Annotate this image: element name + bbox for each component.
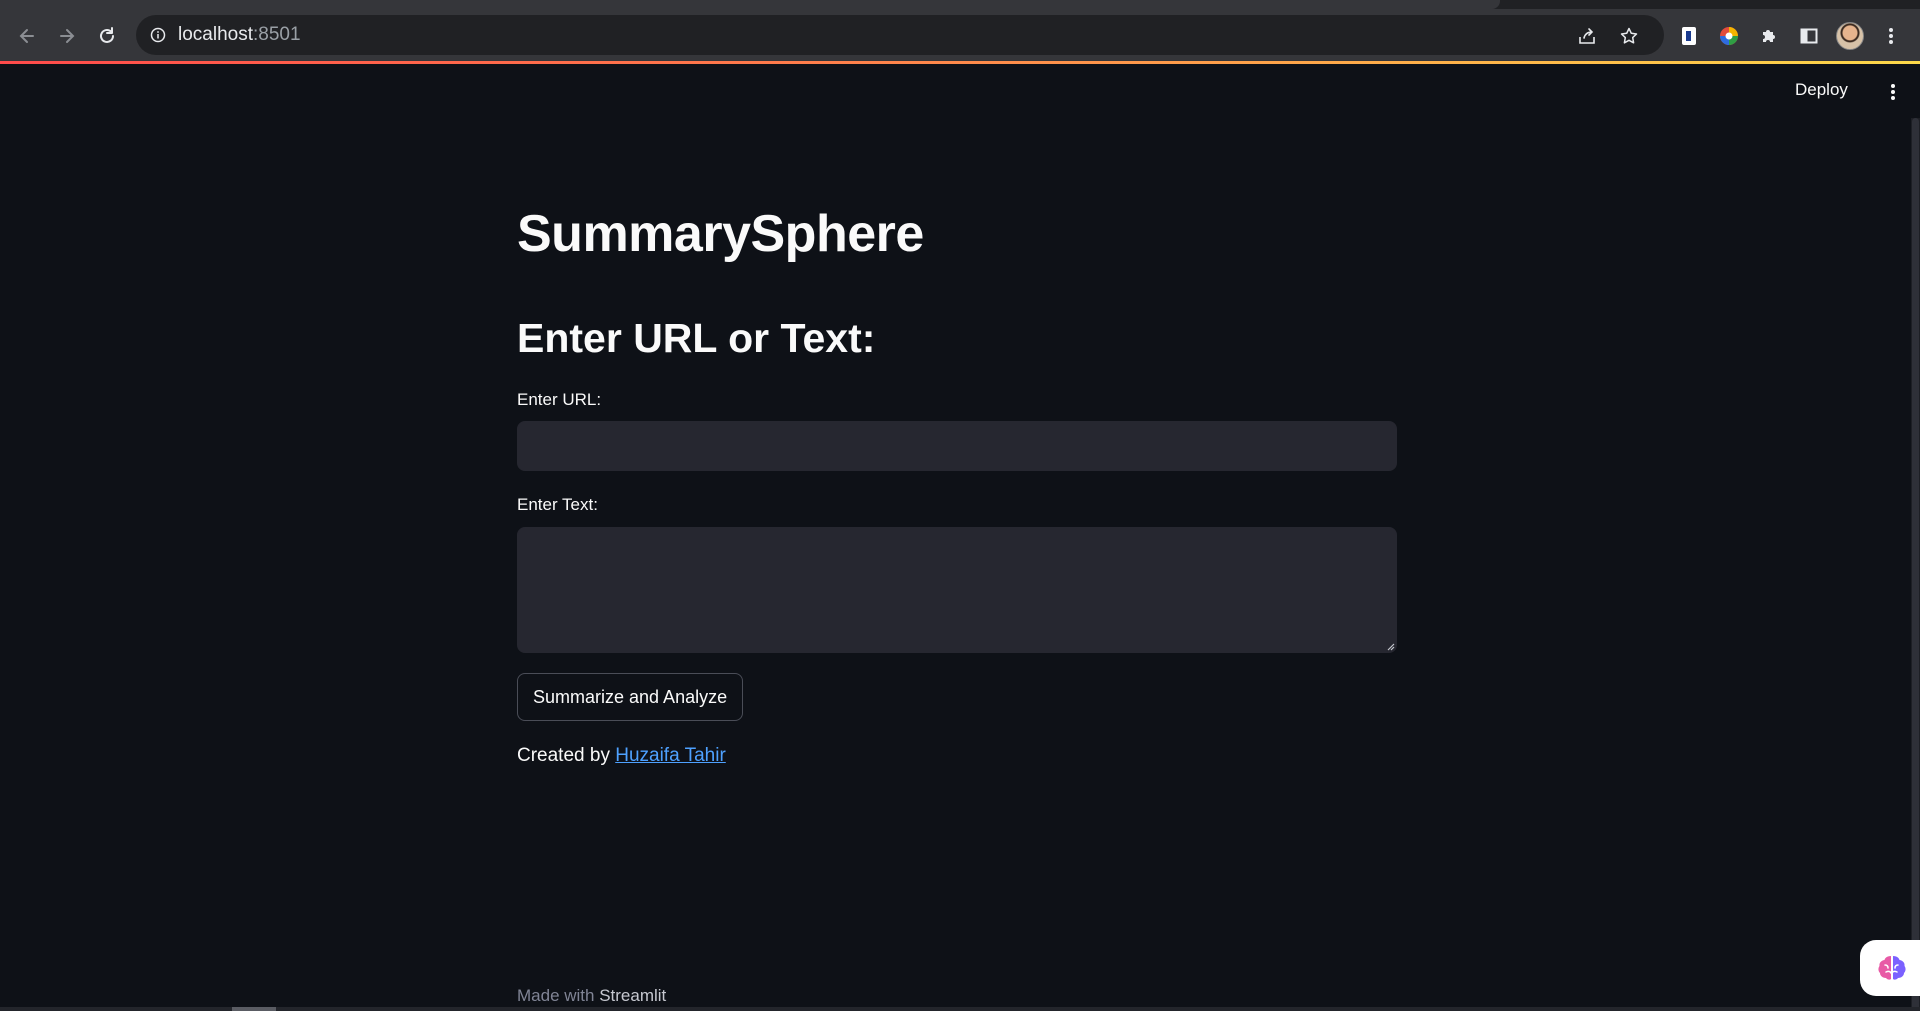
- scrollbar-thumb[interactable]: [1912, 118, 1919, 1011]
- resize-handle-icon[interactable]: [1385, 641, 1395, 651]
- page-title: SummarySphere: [517, 205, 924, 263]
- forward-button[interactable]: [52, 21, 82, 51]
- streamlit-link[interactable]: Streamlit: [599, 986, 666, 1005]
- text-field-label: Enter Text:: [517, 495, 598, 514]
- active-tab-edge: [0, 0, 1500, 9]
- credit-line: Created by Huzaifa Tahir: [517, 745, 726, 767]
- url-input[interactable]: [517, 421, 1397, 471]
- floating-assistant-button[interactable]: [1860, 940, 1920, 996]
- browser-toolbar: localhost:8501: [0, 9, 1920, 61]
- tab-strip: [0, 0, 1920, 9]
- horizontal-scrollbar-thumb[interactable]: [232, 1007, 276, 1011]
- app-header: Deploy: [0, 64, 1920, 120]
- horizontal-scrollbar[interactable]: [0, 1007, 1920, 1011]
- address-bar[interactable]: localhost:8501: [136, 15, 1664, 55]
- credit-prefix: Created by: [517, 745, 616, 766]
- back-button[interactable]: [12, 21, 42, 51]
- kebab-menu-icon[interactable]: [1878, 23, 1904, 49]
- address-text[interactable]: localhost:8501: [178, 25, 301, 45]
- arrow-left-icon: [19, 29, 34, 43]
- reload-icon: [100, 27, 114, 43]
- footer: Made with Streamlit: [517, 986, 666, 1006]
- url-field-label: Enter URL:: [517, 390, 602, 409]
- extension-badge-icon[interactable]: [1676, 23, 1702, 49]
- puzzle-icon[interactable]: [1756, 23, 1782, 49]
- deploy-button[interactable]: Deploy: [1795, 80, 1848, 100]
- summarize-button[interactable]: Summarize and Analyze: [517, 673, 744, 721]
- reload-button[interactable]: [92, 21, 122, 51]
- app-menu-button[interactable]: [1883, 80, 1903, 104]
- footer-prefix: Made with: [517, 986, 600, 1005]
- text-input[interactable]: [517, 527, 1397, 653]
- address-port: :8501: [253, 24, 301, 45]
- arrow-right-icon: [60, 29, 75, 43]
- section-heading: Enter URL or Text:: [517, 315, 876, 361]
- profile-avatar[interactable]: [1836, 22, 1864, 50]
- vertical-scrollbar[interactable]: [1911, 118, 1920, 1011]
- side-panel-icon[interactable]: [1796, 23, 1822, 49]
- kebab-menu-icon: [1891, 84, 1895, 100]
- brain-icon: [1878, 956, 1906, 980]
- star-icon[interactable]: [1618, 25, 1640, 47]
- address-host: localhost: [178, 24, 253, 45]
- author-link[interactable]: Huzaifa Tahir: [615, 745, 726, 766]
- share-icon[interactable]: [1576, 25, 1598, 47]
- info-icon[interactable]: [148, 25, 168, 45]
- color-wheel-icon[interactable]: [1716, 23, 1742, 49]
